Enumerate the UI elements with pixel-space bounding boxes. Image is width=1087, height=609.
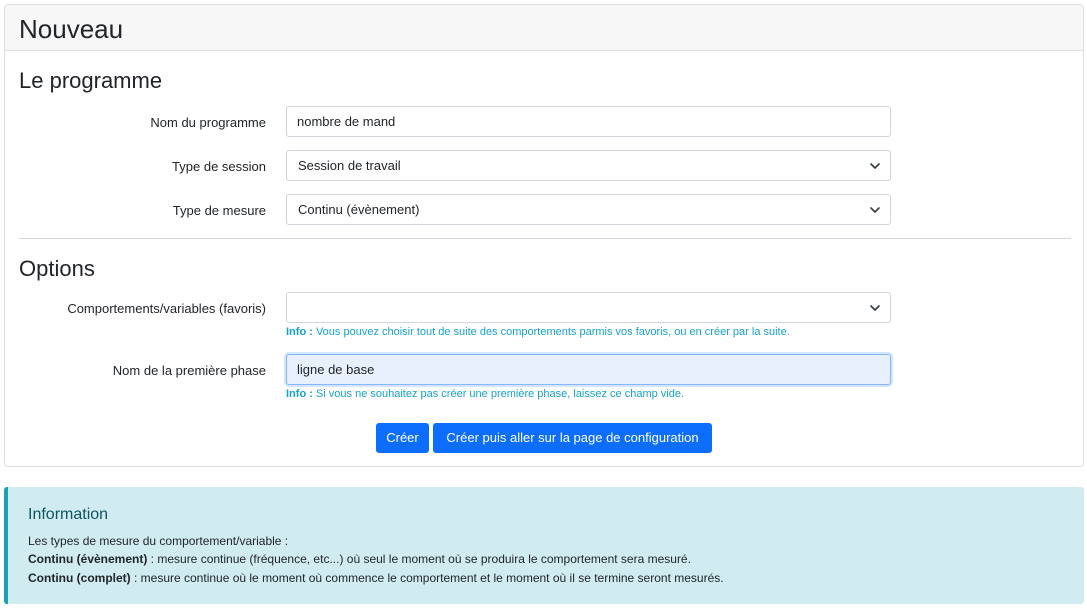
information-item-complete-text: : mesure continue où le moment où commen… [130,571,724,585]
program-section-title: Le programme [19,68,163,93]
information-item-complete: Continu (complet) : mesure continue où l… [28,571,724,586]
card-header: Nouveau [5,5,1083,51]
behaviors-help: Info : Vous pouvez choisir tout de suite… [286,325,790,339]
information-title: Information [28,506,109,523]
session-type-label: Type de session [172,159,266,174]
information-item-event: Continu (évènement) : mesure continue (f… [28,552,691,567]
measure-type-select[interactable]: Continu (évènement) [286,194,891,225]
information-item-event-text: : mesure continue (fréquence, etc...) où… [147,552,691,566]
new-program-card: Nouveau Le programme Nom du programme Ty… [4,4,1084,467]
phase-help: Info : Si vous ne souhaitez pas créer un… [286,387,684,401]
session-type-select[interactable]: Session de travail [286,150,891,181]
program-name-input[interactable] [286,106,891,137]
behaviors-label: Comportements/variables (favoris) [67,301,266,316]
chevron-down-icon [870,207,880,213]
chevron-down-icon [870,305,880,311]
measure-type-label: Type de mesure [172,203,266,218]
information-item-complete-term: Continu (complet) [28,571,131,585]
session-type-value: Session de travail [298,158,401,173]
phase-help-text: Si vous ne souhaitez pas créer une premi… [312,388,685,400]
behaviors-select[interactable] [286,292,891,323]
create-and-configure-button[interactable]: Créer puis aller sur la page de configur… [433,423,712,453]
chevron-down-icon [870,163,880,169]
phase-name-input[interactable] [286,354,891,385]
information-panel: Information Les types de mesure du compo… [4,487,1084,604]
options-section-title: Options [19,256,95,281]
measure-type-value: Continu (évènement) [298,202,420,217]
behaviors-help-prefix: Info : [286,326,313,338]
behaviors-help-text: Vous pouvez choisir tout de suite des co… [312,326,790,338]
create-button[interactable]: Créer [376,423,429,453]
information-intro: Les types de mesure du comportement/vari… [28,534,289,548]
phase-name-label: Nom de la première phase [112,363,266,378]
page-title: Nouveau [19,14,124,44]
information-item-event-term: Continu (évènement) [28,552,148,566]
phase-help-prefix: Info : [286,388,313,400]
program-name-label: Nom du programme [150,115,266,130]
section-divider [19,238,1071,239]
